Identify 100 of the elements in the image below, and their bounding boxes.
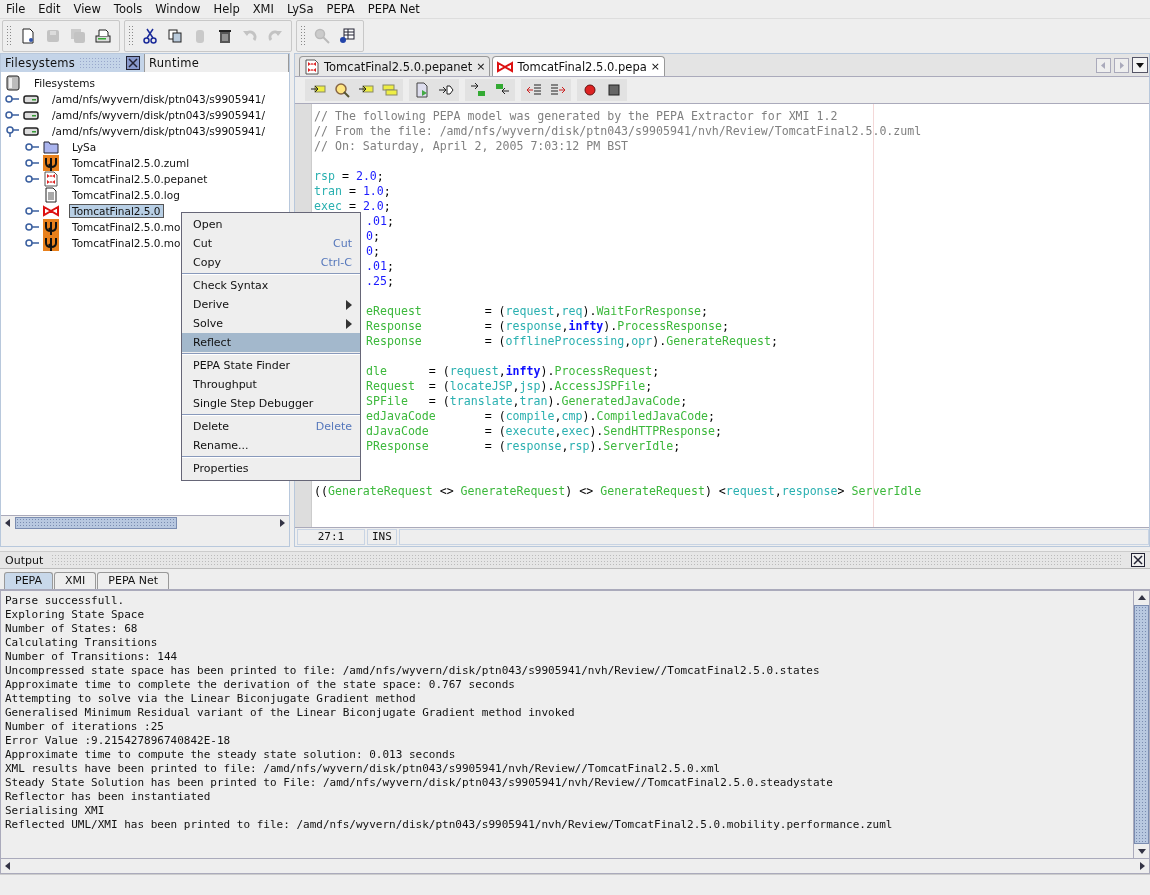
output-tab[interactable]: PEPA [4,572,54,589]
print-icon[interactable] [95,28,111,44]
stop-icon[interactable] [606,82,622,98]
close-tab-button[interactable]: × [650,60,660,73]
tree-item[interactable]: TomcatFinal2.5.0.mo [69,236,184,250]
menu-item[interactable]: Cut Cut [182,234,360,253]
tree-item[interactable]: Filesystems [31,76,98,90]
log-line: Approximate time to complete the derivation of the state space: 0.767 seconds [5,678,516,692]
log-line: Number of iterations :25 [5,720,165,734]
tree-item[interactable]: LySa [69,140,100,154]
new-icon[interactable] [20,28,36,44]
menu-item[interactable]: Reflect [182,333,360,352]
menu-item[interactable]: Open [182,215,360,234]
arrow-down-icon[interactable] [470,82,486,98]
tree-item[interactable]: /amd/nfs/wyvern/disk/ptn043/s9905941/ [49,92,269,106]
collapsed-handle-icon[interactable] [25,173,39,185]
tree-item[interactable]: TomcatFinal2.5.0.mo [69,220,184,234]
tree-item[interactable]: TomcatFinal2.5.0.pepanet [69,172,211,186]
log-line: XML results have been printed to file: /amd/nfs/wyvern/disk/ptn043/s9905941/nvh/Review//TomcatFinal2.5.0.xml [5,762,722,776]
vertical-scrollbar[interactable] [1133,591,1149,858]
collapsed-handle-icon[interactable] [25,221,39,233]
menu-item[interactable]: XMI [252,2,274,16]
indent-right-icon[interactable] [550,82,566,98]
collapsed-handle-icon[interactable] [25,141,39,153]
menu-item[interactable]: Tools [113,2,143,16]
menu-item[interactable]: View [73,2,101,16]
page-arrow-icon[interactable] [414,82,430,98]
cabinet-icon [5,75,21,91]
output-tab[interactable]: PEPA Net [97,572,170,589]
menu-item[interactable]: LySa [286,2,314,16]
code-line: rsp = 2.0; [314,169,384,184]
menu-item[interactable]: Throughput [182,375,360,394]
expanded-handle-icon[interactable] [5,125,19,137]
menu-item[interactable]: Check Syntax [182,276,360,295]
panel-title: Output [5,553,44,567]
panel-tab[interactable]: Runtime [145,54,289,72]
log-line: Calculating Transitions [5,636,159,650]
collapsed-handle-icon[interactable] [25,157,39,169]
menu-item[interactable]: PEPA Net [367,2,420,16]
close-icon[interactable] [126,56,140,70]
code-line: .01; [366,214,394,229]
horizontal-scrollbar[interactable] [1,515,289,530]
close-tab-button[interactable]: × [476,60,486,73]
output-tab[interactable]: XMI [54,572,97,589]
menu-item[interactable]: Rename... [182,436,360,455]
menu-item[interactable]: Properties [182,459,360,478]
code-line: .25; [366,274,394,289]
scrollbar-thumb[interactable] [15,517,177,529]
log-line: Number of States: 68 [5,622,139,636]
menu-item[interactable]: Delete Delete [182,417,360,436]
menu-label: Properties [193,462,250,475]
tree-item[interactable]: /amd/nfs/wyvern/disk/ptn043/s9905941/ [49,108,269,122]
shortcut-label: Cut [333,237,352,250]
properties-icon[interactable] [339,28,355,44]
document-icon [43,171,59,187]
submenu-arrow-icon [346,318,352,329]
code-line: eRequest = (request,req).WaitForResponse; [366,304,709,319]
tree-item[interactable]: TomcatFinal2.5.0.zuml [69,156,193,170]
collapsed-handle-icon[interactable] [5,93,19,105]
cursor-position: 27:1 [297,529,365,545]
log-line: Approximate time to compute the steady state solution: 0.013 seconds [5,748,457,762]
code-line: Response = (offlineProcessing,opr).GenerateRequest; [366,334,778,349]
trident-icon [43,155,59,171]
arrow-play-icon[interactable] [438,82,454,98]
tree-item[interactable]: TomcatFinal2.5.0 [69,204,164,218]
menu-item[interactable]: Edit [38,2,61,16]
menu-item[interactable]: Derive [182,295,360,314]
cut-icon[interactable] [142,28,158,44]
tree-item[interactable]: /amd/nfs/wyvern/disk/ptn043/s9905941/ [49,124,269,138]
collapsed-handle-icon[interactable] [5,109,19,121]
menu-item[interactable]: Window [155,2,201,16]
magnifier-icon[interactable] [334,82,350,98]
record-icon[interactable] [582,82,598,98]
horizontal-scrollbar[interactable] [0,858,1150,874]
menu-item[interactable]: PEPA [326,2,355,16]
collapsed-handle-icon[interactable] [25,205,39,217]
menu-item[interactable]: File [6,2,26,16]
document-icon [304,58,320,75]
code-line: dle = (request,infty).ProcessRequest; [366,364,660,379]
delete-icon[interactable] [217,28,233,44]
collapsed-handle-icon[interactable] [25,237,39,249]
menu-item[interactable]: Single Step Debugger [182,394,360,413]
menu-item[interactable]: Copy Ctrl-C [182,253,360,272]
indent-left-icon[interactable] [526,82,542,98]
menu-item[interactable]: Solve [182,314,360,333]
scrollbar-thumb[interactable] [1134,605,1149,844]
menu-item[interactable]: Help [213,2,240,16]
code-line: 0; [366,244,380,259]
dropdown-icon[interactable] [1132,57,1148,73]
copy-icon[interactable] [167,28,183,44]
editor-tab[interactable]: TomcatFinal2.5.0.pepa × [492,56,665,76]
bowtie-icon [43,203,59,219]
editor-tab[interactable]: TomcatFinal2.5.0.pepanet × [299,56,491,76]
code-line: // The following PEPA model was generated by the PEPA Extractor for XMI 1.2 [314,109,838,124]
menu-item[interactable]: PEPA State Finder [182,356,360,375]
code-line: Request = (locateJSP,jsp).AccessJSPFile; [366,379,653,394]
panel-tab[interactable]: Filesystems [1,54,145,72]
close-icon[interactable] [1131,553,1145,567]
tree-item[interactable]: TomcatFinal2.5.0.log [69,188,183,202]
code-line: PResponse = (response,rsp).ServerIdle; [366,439,681,454]
